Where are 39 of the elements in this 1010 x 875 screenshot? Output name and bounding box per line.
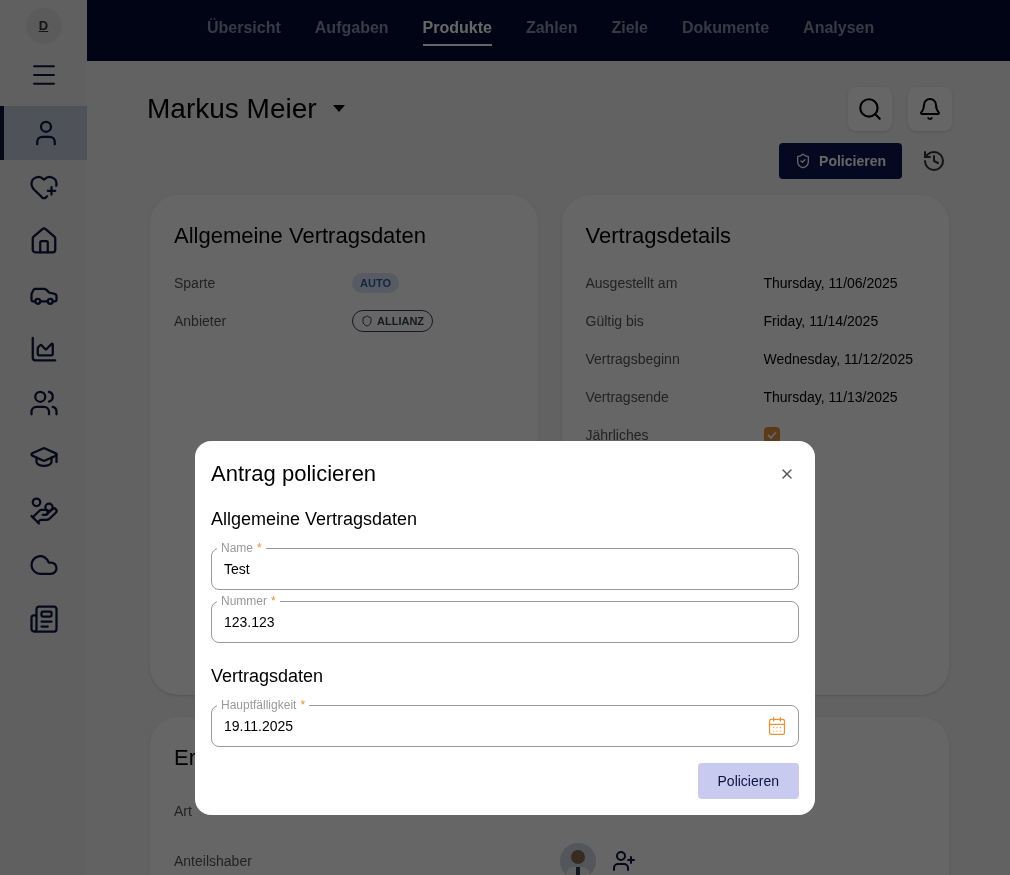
caret-icon[interactable] bbox=[332, 105, 345, 113]
detail-label: Vertragsende bbox=[585, 387, 670, 407]
detail-label: Jährliches bbox=[585, 425, 650, 445]
detail-label: Ausgestellt am bbox=[585, 273, 679, 293]
card-title: Er bbox=[174, 744, 196, 772]
detail-value: Wednesday, 11/12/2025 bbox=[763, 349, 913, 369]
detail-value: Friday, 11/14/2025 bbox=[763, 311, 879, 331]
policy-button[interactable]: Policieren bbox=[779, 143, 902, 179]
search-icon bbox=[857, 96, 883, 122]
detail-label: Vertragsbeginn bbox=[585, 349, 681, 369]
bell-icon bbox=[918, 97, 942, 121]
dialog-title: Antrag policieren bbox=[211, 460, 377, 488]
detail-value: Thursday, 11/06/2025 bbox=[763, 273, 898, 293]
avatar[interactable]: D bbox=[25, 8, 62, 44]
detail-label: Art bbox=[174, 801, 193, 821]
shield-icon bbox=[361, 315, 373, 327]
section-title: Allgemeine Vertragsdaten bbox=[211, 508, 419, 531]
submit-button[interactable]: Policieren bbox=[697, 763, 799, 799]
people-icon bbox=[28, 388, 59, 418]
search-button[interactable] bbox=[848, 87, 892, 131]
card-title: Vertragsdetails bbox=[585, 222, 733, 250]
detail-label: Sparte bbox=[174, 273, 217, 293]
add-person-icon[interactable] bbox=[612, 849, 636, 873]
shield-check-icon bbox=[795, 153, 812, 169]
detail-label: Anbieter bbox=[174, 311, 228, 331]
calendar-icon[interactable] bbox=[767, 716, 787, 736]
notifications-button[interactable] bbox=[908, 87, 952, 131]
customer-name: Markus Meier bbox=[147, 92, 317, 126]
category-tag: AUTO bbox=[352, 272, 399, 294]
detail-value: Thursday, 11/13/2025 bbox=[763, 387, 898, 407]
nav-tab[interactable]: Produkte bbox=[422, 15, 492, 46]
newspaper-icon bbox=[28, 604, 59, 634]
detail-label: Gültig bis bbox=[585, 311, 645, 331]
history-icon[interactable] bbox=[922, 149, 946, 173]
sidebar-item[interactable] bbox=[0, 106, 87, 160]
section-title: Vertragsdaten bbox=[211, 665, 325, 688]
detail-label: Anteilshaber bbox=[174, 851, 253, 871]
card-title: Allgemeine Vertragsdaten bbox=[174, 222, 427, 250]
checkmark-icon bbox=[765, 429, 778, 441]
